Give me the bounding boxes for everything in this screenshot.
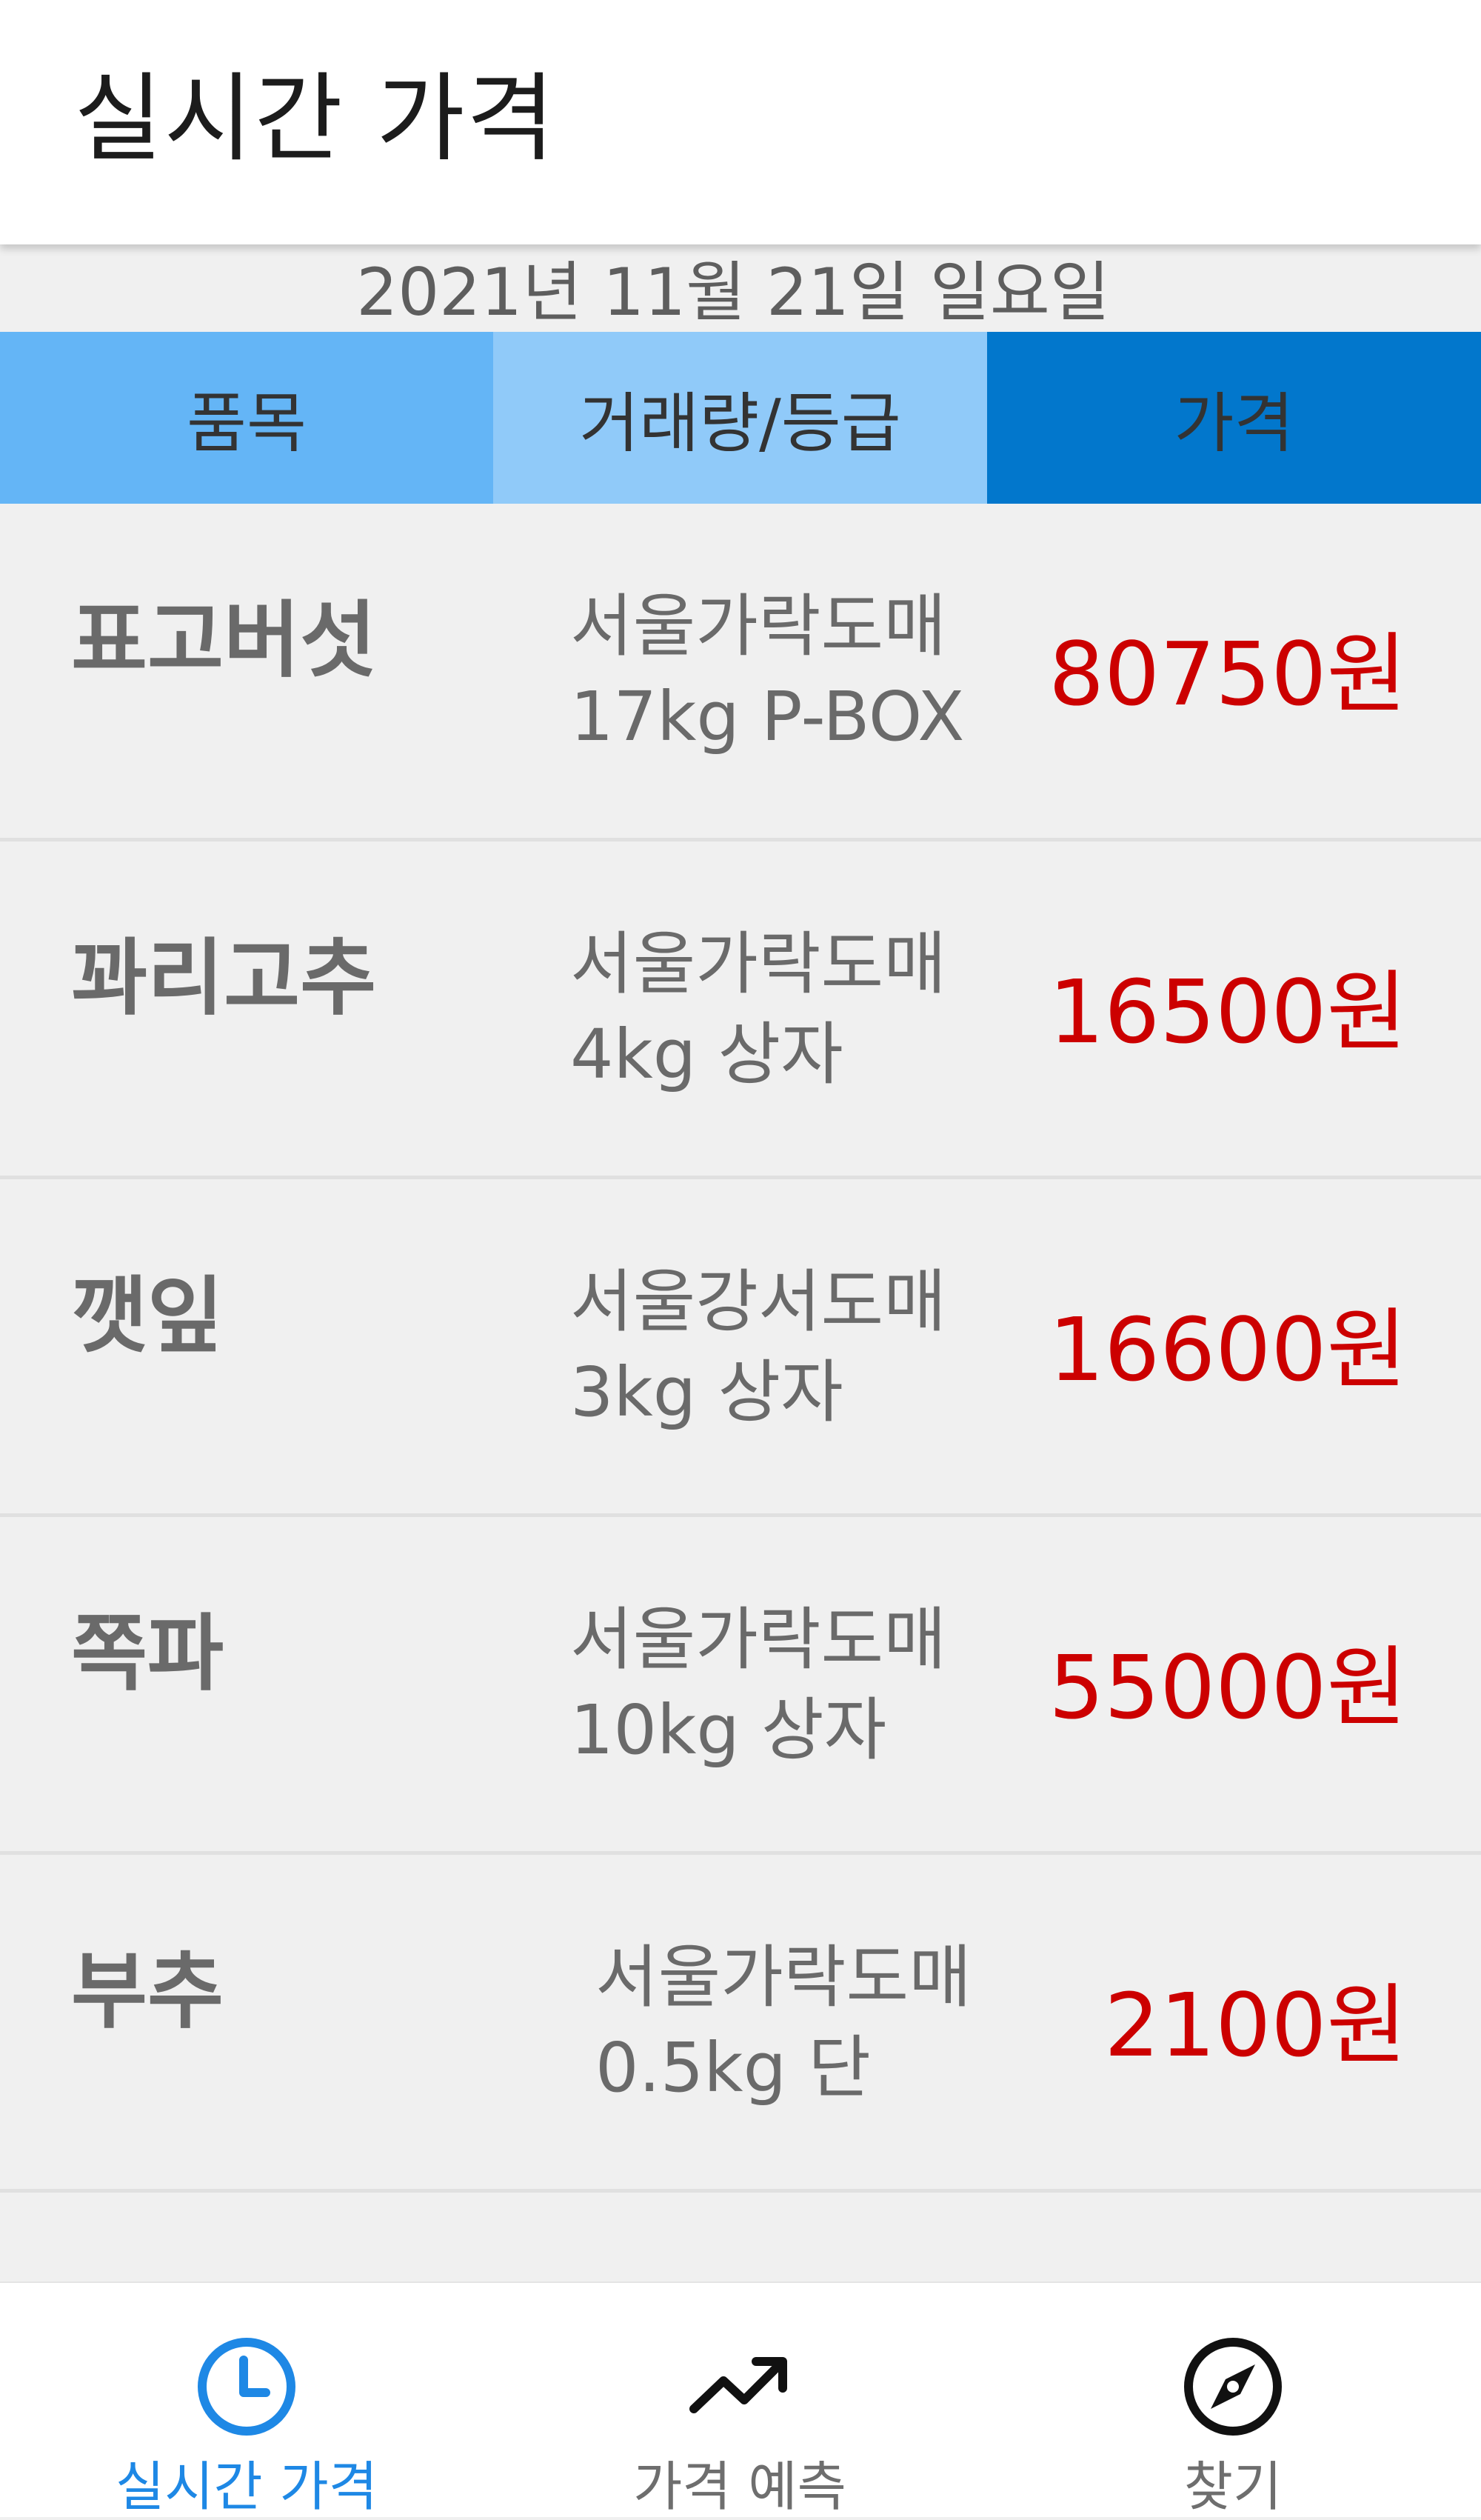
column-header-price[interactable]: 가격 bbox=[987, 332, 1481, 504]
item-price: 80750원 bbox=[1049, 623, 1407, 725]
item-spec: 0.5kg 단 bbox=[595, 2028, 871, 2107]
item-spec: 3kg 상자 bbox=[570, 1353, 843, 1432]
item-price: 16500원 bbox=[1049, 961, 1407, 1063]
item-market: 서울가락도매 bbox=[570, 1600, 946, 1679]
list-item[interactable]: 깻잎 서울강서도매 3kg 상자 16600원 bbox=[0, 1179, 1481, 1517]
app-bar: 실시간 가격 bbox=[0, 0, 1481, 244]
item-market: 서울가락도매 bbox=[570, 587, 946, 666]
item-name: 부추 bbox=[71, 1944, 224, 2040]
item-name: 쪽파 bbox=[71, 1606, 224, 1702]
trending-up-icon bbox=[689, 2357, 787, 2413]
clock-icon bbox=[198, 2338, 295, 2436]
nav-search[interactable]: 찾기 bbox=[986, 2283, 1480, 2518]
item-price: 16600원 bbox=[1049, 1299, 1407, 1401]
item-market: 서울강서도매 bbox=[570, 1262, 946, 1341]
page-title: 실시간 가격 bbox=[74, 62, 557, 175]
column-header-item[interactable]: 품목 bbox=[0, 332, 493, 504]
nav-label: 실시간 가격 bbox=[115, 2456, 378, 2518]
list-item[interactable]: 표고버섯 서울가락도매 17kg P-BOX 80750원 bbox=[0, 504, 1481, 841]
column-header: 품목 거래량/등급 가격 bbox=[0, 332, 1481, 504]
bottom-navigation: 실시간 가격 가격 예측 찾기 bbox=[0, 2281, 1481, 2518]
item-spec: 10kg 상자 bbox=[570, 1690, 887, 1770]
item-market: 서울가락도매 bbox=[570, 924, 946, 1004]
column-header-volume-grade[interactable]: 거래량/등급 bbox=[493, 332, 987, 504]
compass-icon bbox=[1184, 2338, 1282, 2436]
price-list: 표고버섯 서울가락도매 17kg P-BOX 80750원 꽈리고추 서울가락도… bbox=[0, 504, 1481, 2193]
nav-label: 가격 예측 bbox=[633, 2456, 846, 2518]
nav-label: 찾기 bbox=[1183, 2456, 1283, 2518]
date-label: 2021년 11월 21일 일요일 bbox=[356, 254, 1110, 330]
item-spec: 4kg 상자 bbox=[570, 1015, 843, 1094]
list-item[interactable]: 꽈리고추 서울가락도매 4kg 상자 16500원 bbox=[0, 841, 1481, 1179]
item-price: 55000원 bbox=[1049, 1636, 1407, 1739]
list-item[interactable]: 부추 서울가락도매 0.5kg 단 2100원 bbox=[0, 1855, 1481, 2193]
nav-price-forecast[interactable]: 가격 예측 bbox=[493, 2283, 986, 2518]
item-name: 꽈리고추 bbox=[71, 930, 377, 1027]
item-name: 깻잎 bbox=[71, 1268, 224, 1364]
item-market: 서울가락도매 bbox=[595, 1938, 972, 2017]
item-spec: 17kg P-BOX bbox=[570, 677, 965, 756]
item-price: 2100원 bbox=[1104, 1974, 1407, 2076]
nav-realtime-price[interactable]: 실시간 가격 bbox=[0, 2283, 493, 2518]
item-name: 표고버섯 bbox=[71, 593, 377, 689]
list-item[interactable]: 쪽파 서울가락도매 10kg 상자 55000원 bbox=[0, 1517, 1481, 1855]
